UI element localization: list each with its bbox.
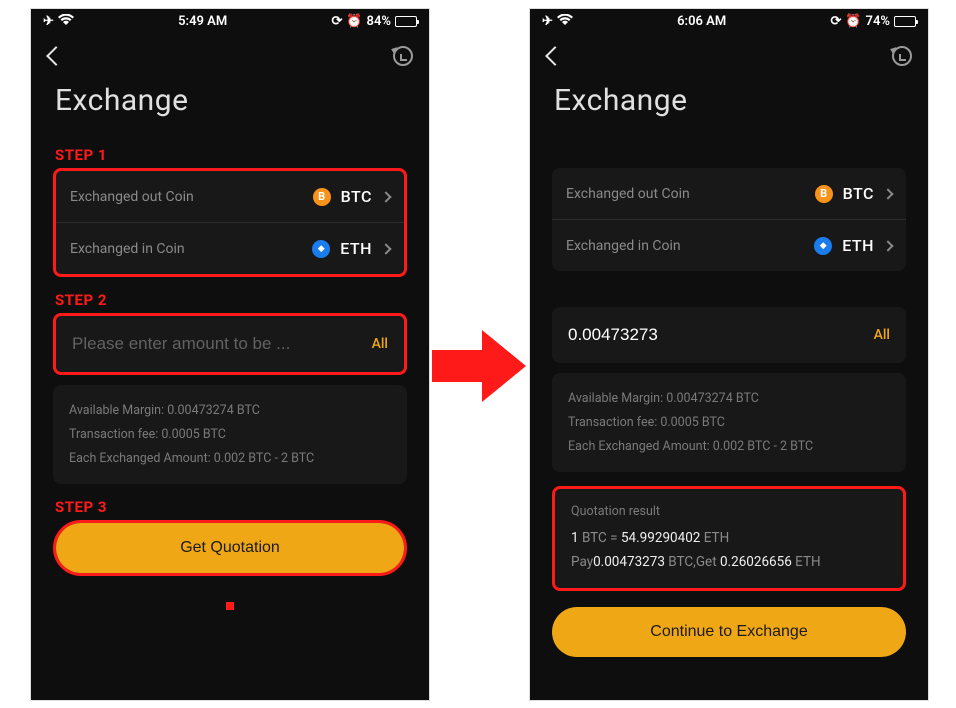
chevron-right-icon: [882, 188, 893, 199]
status-time: 5:49 AM: [178, 14, 227, 29]
transaction-fee: Transaction fee: 0.0005 BTC: [568, 411, 890, 435]
available-margin: Available Margin: 0.00473274 BTC: [69, 399, 391, 423]
exchange-in-label: Exchanged in Coin: [70, 241, 185, 257]
exchange-in-label: Exchanged in Coin: [566, 238, 681, 254]
chevron-right-icon: [882, 240, 893, 251]
alarm-icon: ⏰: [845, 15, 861, 28]
step3-label: STEP 3: [55, 498, 407, 516]
coin-select-card: Exchanged out Coin BTC Exchanged in Coin…: [53, 168, 407, 277]
exchange-in-row[interactable]: Exchanged in Coin ETH: [552, 219, 906, 271]
phone-screenshot-after: ✈ 6:06 AM ⟳ ⏰ 74% Exchange Exchanged out…: [529, 8, 929, 701]
chevron-right-icon: [380, 191, 391, 202]
phone-screenshot-before: ✈ 5:49 AM ⟳ ⏰ 84% Exchange STEP 1 Exchan…: [30, 8, 430, 701]
wifi-icon: [58, 14, 74, 29]
airplane-mode-icon: ✈: [43, 15, 54, 28]
alarm-icon: ⏰: [346, 15, 362, 28]
get-quotation-button[interactable]: Get Quotation: [56, 523, 404, 573]
sync-icon: ⟳: [830, 15, 841, 28]
page-title: Exchange: [530, 79, 928, 132]
info-card: Available Margin: 0.00473274 BTC Transac…: [53, 385, 407, 484]
all-button[interactable]: All: [372, 336, 388, 352]
arrow-icon: [432, 330, 528, 402]
all-button[interactable]: All: [874, 327, 890, 343]
nav-bar: [31, 33, 429, 79]
pagination-dot: [226, 602, 234, 610]
btc-icon: [815, 185, 833, 203]
battery-percent: 74%: [866, 14, 890, 29]
info-card: Available Margin: 0.00473274 BTC Transac…: [552, 373, 906, 472]
exchange-out-label: Exchanged out Coin: [566, 186, 690, 202]
quotation-title: Quotation result: [571, 501, 887, 524]
history-icon[interactable]: [393, 46, 413, 66]
history-icon[interactable]: [892, 46, 912, 66]
amount-input[interactable]: [72, 334, 372, 354]
amount-card: All: [552, 307, 906, 363]
page-title: Exchange: [31, 79, 429, 132]
sync-icon: ⟳: [331, 15, 342, 28]
available-margin: Available Margin: 0.00473274 BTC: [568, 387, 890, 411]
exchange-in-row[interactable]: Exchanged in Coin ETH: [56, 222, 404, 274]
step1-label: STEP 1: [55, 146, 407, 164]
chevron-right-icon: [380, 243, 391, 254]
amount-input[interactable]: [568, 325, 874, 345]
exchange-out-row[interactable]: Exchanged out Coin BTC: [552, 168, 906, 219]
exchange-range: Each Exchanged Amount: 0.002 BTC - 2 BTC: [69, 447, 391, 471]
quotation-pay-get: Pay0.00473273 BTC,Get 0.26026656 ETH: [571, 550, 887, 574]
eth-icon: [312, 240, 330, 258]
continue-to-exchange-button[interactable]: Continue to Exchange: [552, 607, 906, 657]
btc-icon: [313, 188, 331, 206]
exchange-out-symbol: BTC: [341, 187, 372, 206]
nav-bar: [530, 33, 928, 79]
airplane-mode-icon: ✈: [542, 15, 553, 28]
back-button[interactable]: [546, 46, 558, 66]
exchange-in-symbol: ETH: [842, 236, 874, 255]
exchange-range: Each Exchanged Amount: 0.002 BTC - 2 BTC: [568, 435, 890, 459]
exchange-in-symbol: ETH: [340, 239, 372, 258]
exchange-out-symbol: BTC: [843, 184, 874, 203]
back-button[interactable]: [47, 46, 59, 66]
coin-select-card: Exchanged out Coin BTC Exchanged in Coin…: [552, 168, 906, 271]
battery-percent: 84%: [367, 14, 391, 29]
status-bar: ✈ 6:06 AM ⟳ ⏰ 74%: [530, 9, 928, 33]
status-time: 6:06 AM: [677, 14, 726, 29]
step2-label: STEP 2: [55, 291, 407, 309]
battery-icon: [395, 16, 417, 27]
amount-card: All: [53, 313, 407, 375]
status-bar: ✈ 5:49 AM ⟳ ⏰ 84%: [31, 9, 429, 33]
transaction-fee: Transaction fee: 0.0005 BTC: [69, 423, 391, 447]
exchange-out-row[interactable]: Exchanged out Coin BTC: [56, 171, 404, 222]
wifi-icon: [557, 14, 573, 29]
quotation-result-card: Quotation result 1 BTC = 54.99290402 ETH…: [552, 486, 906, 591]
battery-icon: [894, 16, 916, 27]
quotation-rate: 1 BTC = 54.99290402 ETH: [571, 526, 887, 550]
exchange-out-label: Exchanged out Coin: [70, 189, 194, 205]
eth-icon: [814, 237, 832, 255]
